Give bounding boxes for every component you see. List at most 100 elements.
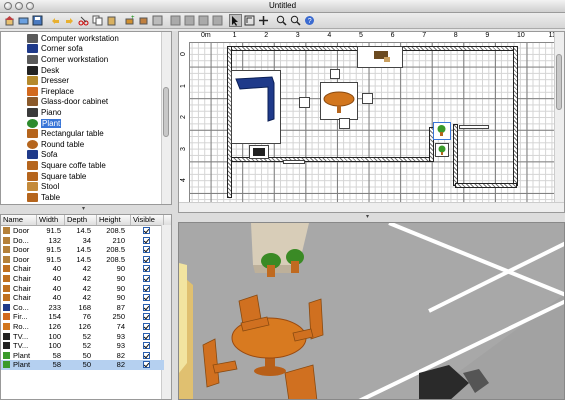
table-row[interactable]: Chair 40 42 90 <box>1 293 164 302</box>
catalog-item[interactable]: Piano <box>27 107 61 118</box>
catalog-item[interactable]: Round table <box>27 139 84 150</box>
table-row[interactable]: Door 91.5 14.5 208.5 <box>1 226 164 235</box>
visible-checkbox[interactable] <box>143 361 150 369</box>
column-header-depth[interactable]: Depth <box>65 215 97 225</box>
visible-checkbox[interactable] <box>143 227 150 234</box>
catalog-scrollbar[interactable] <box>161 32 171 204</box>
table-row[interactable]: Chair 40 42 90 <box>1 264 164 273</box>
catalog-scroll-thumb[interactable] <box>163 87 169 137</box>
align-button[interactable] <box>169 14 182 27</box>
catalog-item[interactable]: Corner sofa <box>27 44 83 55</box>
table-row[interactable]: Chair 40 42 90 <box>1 284 164 293</box>
right-splitter[interactable]: ▾ <box>178 213 565 222</box>
plan-vertical-scrollbar[interactable] <box>554 32 564 204</box>
visible-checkbox[interactable] <box>143 255 150 263</box>
wall-partition-2[interactable] <box>453 124 458 186</box>
catalog-item[interactable]: Rectangular table <box>27 128 104 139</box>
visible-checkbox[interactable] <box>143 275 150 282</box>
table-row[interactable]: Plant 58 50 82 <box>1 351 164 360</box>
table-row[interactable]: Plant 58 50 82 <box>1 360 164 370</box>
round-table-plan[interactable] <box>320 82 358 120</box>
catalog-item[interactable]: Square table <box>27 171 86 182</box>
visible-checkbox[interactable] <box>143 284 150 292</box>
undo-button[interactable] <box>49 14 62 27</box>
zoom-out-button[interactable] <box>289 14 302 27</box>
catalog-item[interactable]: Desk <box>27 65 59 76</box>
catalog-item[interactable]: Glass-door cabinet <box>27 97 108 108</box>
catalog-item[interactable]: Corner workstation <box>27 54 108 65</box>
visible-checkbox[interactable] <box>143 265 150 273</box>
pan-button[interactable] <box>257 14 270 27</box>
table-row[interactable]: Door 91.5 14.5 208.5 <box>1 245 164 254</box>
table-row[interactable]: Ro... 126 126 74 <box>1 322 164 331</box>
column-header-height[interactable]: Height <box>97 215 131 225</box>
chair-plan[interactable] <box>299 97 310 108</box>
wall-bottom-right[interactable] <box>455 183 517 188</box>
catalog-item[interactable]: Sofa <box>27 150 57 161</box>
import-furniture-button[interactable] <box>137 14 150 27</box>
visible-checkbox[interactable] <box>143 236 150 244</box>
chair-plan[interactable] <box>330 69 340 79</box>
create-walls-button[interactable] <box>243 14 256 27</box>
catalog-item[interactable]: Stool <box>27 181 59 192</box>
visible-checkbox[interactable] <box>143 294 150 302</box>
column-header-visible[interactable]: Visible <box>131 215 164 225</box>
align-button[interactable] <box>197 14 210 27</box>
help-button[interactable]: ? <box>303 14 316 27</box>
catalog-item[interactable]: Plant <box>27 118 62 129</box>
column-header-width[interactable]: Width <box>37 215 65 225</box>
table-row[interactable]: TV... 100 52 93 <box>1 332 164 341</box>
visible-checkbox[interactable] <box>143 303 150 311</box>
3d-view[interactable] <box>178 222 565 400</box>
open-button[interactable] <box>17 14 30 27</box>
wall-right[interactable] <box>513 46 518 186</box>
plan-horizontal-scrollbar[interactable] <box>179 202 564 212</box>
zoom-window-button[interactable] <box>26 2 34 10</box>
visible-checkbox[interactable] <box>143 323 150 330</box>
table-row[interactable]: TV... 100 52 93 <box>1 341 164 350</box>
door-plan[interactable] <box>283 160 305 164</box>
chair-plan[interactable] <box>339 118 350 129</box>
new-home-button[interactable] <box>3 14 16 27</box>
catalog-item[interactable]: Computer workstation <box>27 33 119 44</box>
catalog-item[interactable]: Table <box>27 192 60 203</box>
catalog-item[interactable]: Dresser <box>27 75 69 86</box>
group-button[interactable] <box>151 14 164 27</box>
furniture-catalog-tree[interactable]: Computer workstation Corner sofa Corner wo… <box>0 31 172 205</box>
plan-scroll-thumb[interactable] <box>556 54 562 110</box>
visible-checkbox[interactable] <box>143 332 150 340</box>
align-button[interactable] <box>211 14 224 27</box>
paste-button[interactable] <box>105 14 118 27</box>
copy-button[interactable] <box>91 14 104 27</box>
left-splitter[interactable]: ▾ <box>0 205 172 214</box>
align-button[interactable] <box>183 14 196 27</box>
cut-button[interactable] <box>77 14 90 27</box>
add-furniture-button[interactable]: + <box>123 14 136 27</box>
table-row[interactable]: Fir... 154 76 250 <box>1 312 164 321</box>
corner-sofa-plan[interactable] <box>231 70 281 144</box>
plan-view[interactable]: 0m123456789101112 01234 <box>178 31 565 213</box>
visible-checkbox[interactable] <box>143 313 150 321</box>
furniture-list-table[interactable]: Name Width Depth Height Visible Door 91.5 14.5… <box>0 214 172 400</box>
close-window-button[interactable] <box>4 2 12 10</box>
table-row[interactable]: Chair 40 42 90 <box>1 274 164 283</box>
visible-checkbox[interactable] <box>143 246 150 254</box>
visible-checkbox[interactable] <box>143 351 150 359</box>
redo-button[interactable] <box>63 14 76 27</box>
door-plan[interactable] <box>459 125 489 129</box>
desk-plan[interactable] <box>357 46 403 68</box>
chair-plan[interactable] <box>362 93 373 104</box>
plant-plan[interactable] <box>435 143 449 157</box>
table-row[interactable]: Co... 233 168 87 <box>1 303 164 312</box>
table-row[interactable]: Door 91.5 14.5 208.5 <box>1 255 164 264</box>
save-button[interactable] <box>31 14 44 27</box>
catalog-item[interactable]: Square coffe table <box>27 160 106 171</box>
column-header-name[interactable]: Name <box>1 215 37 225</box>
tv-plan[interactable] <box>249 145 269 159</box>
zoom-in-button[interactable] <box>275 14 288 27</box>
select-mode-button[interactable] <box>229 14 242 27</box>
minimize-window-button[interactable] <box>15 2 23 10</box>
visible-checkbox[interactable] <box>143 342 150 350</box>
table-row[interactable]: Do... 132 34 210 <box>1 236 164 245</box>
plant-plan-selected[interactable] <box>433 122 451 140</box>
